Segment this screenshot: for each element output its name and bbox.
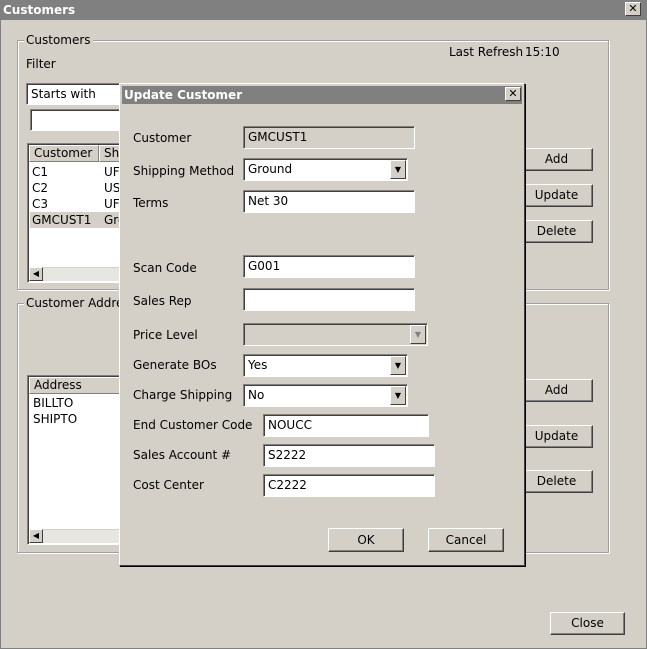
sales-rep-label: Sales Rep <box>133 294 192 308</box>
generate-bos-select[interactable]: Yes <box>243 354 408 377</box>
customer-delete-button[interactable]: Delete <box>520 220 593 243</box>
customer-update-button[interactable]: Update <box>520 184 593 207</box>
window-close-icon[interactable]: ✕ <box>625 2 641 16</box>
customer-address-group-legend: Customer Addres <box>24 296 132 310</box>
cell-customer: C3 <box>32 197 49 211</box>
filter-input[interactable] <box>30 109 126 131</box>
sales-account-label: Sales Account # <box>133 448 232 462</box>
cell-customer: GMCUST1 <box>32 213 92 227</box>
cell-ship: UF <box>104 165 120 179</box>
scroll-left-icon[interactable]: ◀ <box>29 529 43 543</box>
cost-center-label: Cost Center <box>133 478 204 492</box>
terms-label: Terms <box>133 196 169 210</box>
cell-customer: C1 <box>32 165 49 179</box>
address-add-button[interactable]: Add <box>520 379 593 402</box>
address-update-button[interactable]: Update <box>520 425 593 448</box>
dialog-close-icon[interactable]: ✕ <box>505 87 521 101</box>
customer-add-button[interactable]: Add <box>520 148 593 171</box>
scan-code-label: Scan Code <box>133 261 197 275</box>
end-customer-code-label: End Customer Code <box>133 418 253 432</box>
shipping-method-label: Shipping Method <box>133 164 235 178</box>
cell-ship: US <box>104 181 121 195</box>
customers-horizontal-scrollbar[interactable] <box>29 267 126 281</box>
customers-group-legend: Customers <box>24 33 93 47</box>
shipping-method-select[interactable]: Ground <box>243 158 408 181</box>
column-header-customer[interactable]: Customer <box>29 145 99 162</box>
last-refresh-time: 15:10 <box>525 45 560 59</box>
sales-rep-field[interactable] <box>243 288 415 311</box>
price-level-select <box>243 323 428 346</box>
cell-ship: UF <box>104 197 120 211</box>
list-item[interactable]: BILLTO <box>33 395 73 411</box>
customer-label: Customer <box>133 131 192 145</box>
generate-bos-label: Generate BOs <box>133 358 217 372</box>
scroll-left-icon[interactable]: ◀ <box>29 267 43 281</box>
sales-account-field[interactable]: S2222 <box>263 444 435 467</box>
charge-shipping-label: Charge Shipping <box>133 388 233 402</box>
window-title-bar: Customers <box>0 0 647 20</box>
chevron-down-icon: ▼ <box>410 325 426 344</box>
cancel-button[interactable]: Cancel <box>428 528 504 552</box>
update-customer-dialog: Update Customer ✕ Customer GMCUST1 Shipp… <box>119 83 525 566</box>
cost-center-field[interactable]: C2222 <box>263 474 435 497</box>
chevron-down-icon[interactable]: ▼ <box>390 356 406 375</box>
ok-button[interactable]: OK <box>328 528 404 552</box>
window-title: Customers <box>3 3 76 17</box>
end-customer-code-field[interactable]: NOUCC <box>263 414 429 437</box>
cell-customer: C2 <box>32 181 49 195</box>
dialog-title: Update Customer <box>124 88 243 102</box>
filter-mode-select[interactable]: Starts with <box>26 83 126 105</box>
customer-field: GMCUST1 <box>243 126 415 149</box>
chevron-down-icon[interactable]: ▼ <box>390 386 406 405</box>
last-refresh-label: Last Refresh <box>449 45 524 59</box>
close-button[interactable]: Close <box>550 612 625 635</box>
price-level-label: Price Level <box>133 328 198 342</box>
filter-label: Filter <box>26 57 56 71</box>
scan-code-field[interactable]: G001 <box>243 255 415 278</box>
table-row-selected[interactable]: GMCUST1 Gro <box>30 212 126 228</box>
address-horizontal-scrollbar[interactable] <box>29 529 126 543</box>
column-header-address[interactable]: Address <box>29 377 126 394</box>
charge-shipping-select[interactable]: No <box>243 384 408 407</box>
dialog-title-bar: Update Customer <box>122 86 522 104</box>
list-item[interactable]: SHIPTO <box>33 411 77 427</box>
chevron-down-icon[interactable]: ▼ <box>390 160 406 179</box>
terms-field[interactable]: Net 30 <box>243 190 415 213</box>
address-delete-button[interactable]: Delete <box>520 470 593 493</box>
